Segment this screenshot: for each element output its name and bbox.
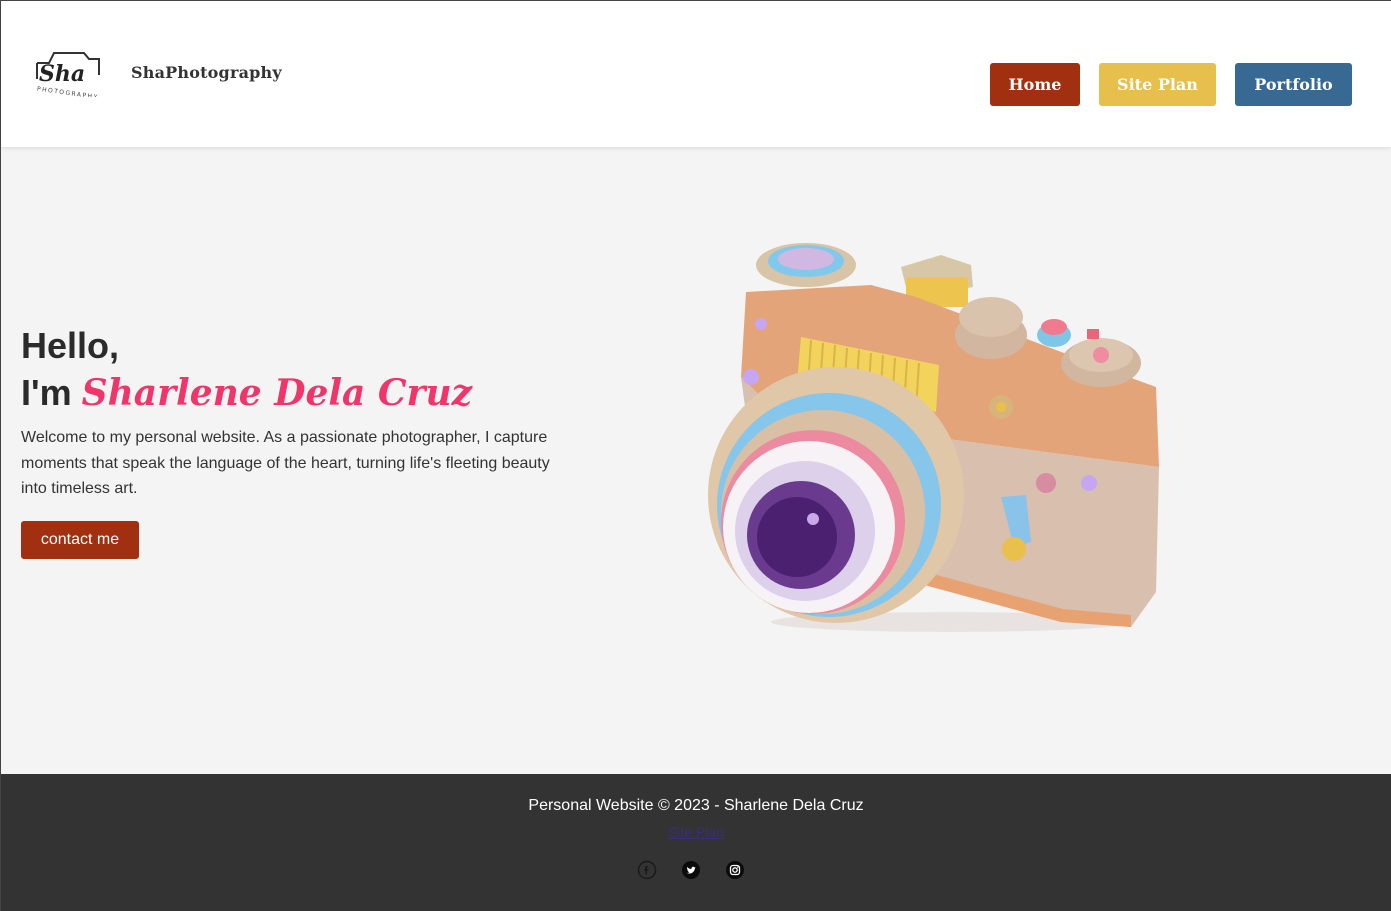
camera-logo-icon: Sha PHOTOGRAPHY [36,52,100,101]
greeting: Hello, [21,325,120,366]
instagram-icon[interactable] [725,860,745,880]
logo[interactable]: Sha PHOTOGRAPHY [29,45,115,101]
headline: I'm Sharlene Dela Cruz [21,369,472,417]
nav-portfolio-button[interactable]: Portfolio [1235,63,1352,106]
owner-name: Sharlene Dela Cruz [81,372,473,414]
headline-prefix: I'm [21,372,82,413]
facebook-icon[interactable] [637,860,657,880]
contact-me-button[interactable]: contact me [21,521,139,559]
site-header: Sha PHOTOGRAPHY ShaPhotography Home Site… [1,1,1391,147]
hero-section: Hello, I'm Sharlene Dela Cruz Welcome to… [1,147,1391,774]
nav-site-plan-button[interactable]: Site Plan [1099,63,1216,106]
twitter-icon[interactable] [681,860,701,880]
footer-link-container: Site Plan [1,824,1391,840]
svg-text:PHOTOGRAPHY: PHOTOGRAPHY [36,86,99,97]
camera-illustration-icon [708,243,1159,632]
nav-home-button[interactable]: Home [990,63,1080,106]
intro-text: Welcome to my personal website. As a pas… [21,429,550,497]
brand-name[interactable]: ShaPhotography [131,63,282,82]
site-footer: Personal Website © 2023 - Sharlene Dela … [1,774,1391,911]
svg-text:Sha: Sha [39,61,85,87]
copyright-text: Personal Website © 2023 - Sharlene Dela … [528,797,864,814]
footer-site-plan-link[interactable]: Site Plan [668,824,724,840]
